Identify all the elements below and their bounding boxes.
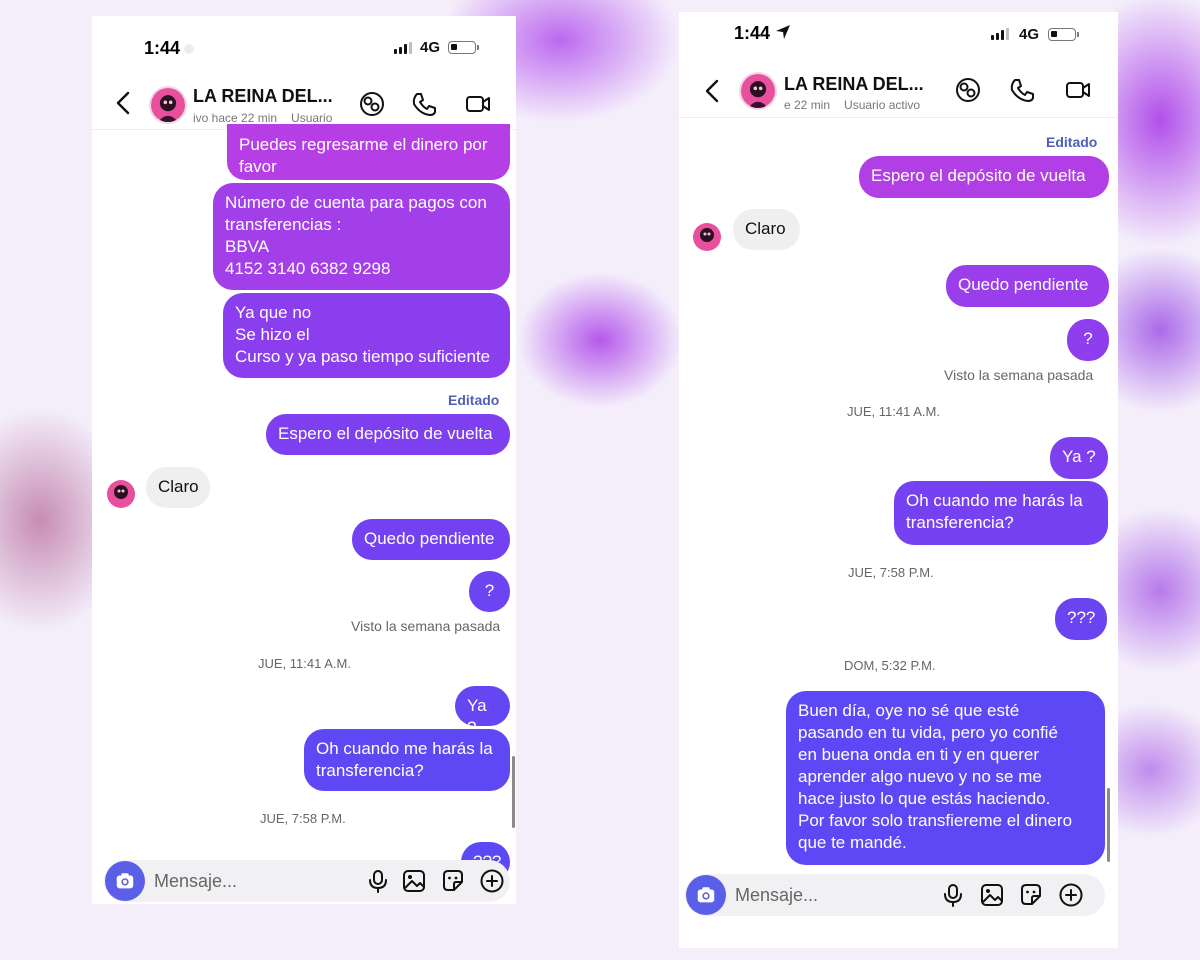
- location-arrow-icon: [776, 25, 790, 39]
- camera-button[interactable]: [105, 861, 145, 901]
- edited-label: Editado: [448, 392, 500, 408]
- contact-avatar[interactable]: [149, 86, 187, 124]
- camera-button[interactable]: [686, 875, 726, 915]
- gallery-icon[interactable]: [401, 868, 427, 894]
- contact-avatar-small: [693, 223, 721, 251]
- video-call-icon[interactable]: [464, 90, 492, 118]
- add-icon[interactable]: [1058, 882, 1084, 908]
- message-input[interactable]: Mensaje...: [154, 871, 237, 892]
- status-indicator: [184, 44, 194, 54]
- contact-avatar-small: [107, 480, 135, 508]
- phone-call-icon[interactable]: [410, 90, 438, 118]
- signal-icon: [991, 28, 1009, 40]
- signal-icon: [394, 42, 412, 54]
- microphone-icon[interactable]: [365, 868, 391, 894]
- sticker-icon[interactable]: [440, 868, 466, 894]
- message-bubble[interactable]: Oh cuando me harás la transferencia?: [894, 481, 1108, 545]
- last-active-text: e 22 min: [784, 98, 831, 112]
- network-label: 4G: [1019, 26, 1040, 43]
- video-call-icon[interactable]: [1064, 76, 1092, 104]
- chat-header: LA REINA DEL... ivo hace 22 min Usuario: [92, 78, 516, 130]
- message-bubble[interactable]: Ya ?: [455, 686, 510, 737]
- contact-status: ivo hace 22 min Usuario: [193, 111, 343, 125]
- contact-status: e 22 min Usuario activo: [784, 98, 934, 112]
- network-label: 4G: [420, 39, 441, 56]
- message-bubble[interactable]: Quedo pendiente: [946, 265, 1109, 307]
- microphone-icon[interactable]: [940, 882, 966, 908]
- contact-avatar[interactable]: [739, 72, 777, 110]
- message-bubble[interactable]: Buen día, oye no sé que esté pasando en …: [786, 691, 1105, 865]
- add-icon[interactable]: [479, 868, 505, 894]
- timestamp: JUE, 11:41 A.M.: [258, 656, 351, 671]
- camera-icon: [116, 873, 134, 889]
- last-active-text: ivo hace 22 min: [193, 111, 278, 125]
- timestamp: JUE, 7:58 P.M.: [260, 811, 346, 826]
- timestamp: JUE, 11:41 A.M.: [847, 404, 940, 419]
- contact-name[interactable]: LA REINA DEL...: [193, 86, 333, 107]
- left-screenshot: 1:44 4G LA REINA DEL... ivo hace 22 min U…: [92, 16, 516, 904]
- message-bubble[interactable]: Ya que no Se hizo el Curso y ya paso tie…: [223, 293, 510, 378]
- gallery-icon[interactable]: [979, 882, 1005, 908]
- scrollbar[interactable]: [1107, 788, 1110, 862]
- incoming-message[interactable]: Claro: [146, 467, 210, 508]
- message-bubble[interactable]: Ya ?: [1050, 437, 1108, 479]
- seen-status: Visto la semana pasada: [351, 618, 501, 634]
- status-bar: 1:44 4G: [92, 16, 516, 76]
- sticker-icon[interactable]: [1018, 882, 1044, 908]
- timestamp: JUE, 7:58 P.M.: [848, 565, 934, 580]
- back-arrow-icon[interactable]: [112, 90, 136, 116]
- chat-header: LA REINA DEL... e 22 min Usuario activo: [679, 64, 1118, 118]
- message-bubble[interactable]: Puedes regresarme el dinero por favor: [227, 124, 510, 180]
- battery-icon: [448, 41, 479, 54]
- message-bubble[interactable]: ?: [1067, 319, 1109, 361]
- seen-status: Visto la semana pasada: [944, 367, 1094, 383]
- timestamp: DOM, 5:32 P.M.: [844, 658, 936, 673]
- message-bubble[interactable]: ?: [469, 571, 510, 612]
- message-bubble[interactable]: Quedo pendiente: [352, 519, 510, 560]
- right-screenshot: 1:44 4G LA REINA DEL... e 22 min Usuario …: [679, 12, 1118, 948]
- effects-icon[interactable]: [954, 76, 982, 104]
- message-bubble[interactable]: Número de cuenta para pagos con transfer…: [213, 183, 510, 290]
- back-arrow-icon[interactable]: [701, 78, 725, 104]
- message-composer: Mensaje...: [685, 874, 1105, 916]
- status-time: 1:44: [734, 23, 771, 43]
- message-input[interactable]: Mensaje...: [735, 885, 818, 906]
- edited-label: Editado: [1046, 134, 1098, 150]
- message-bubble[interactable]: ???: [1055, 598, 1107, 640]
- message-bubble[interactable]: Espero el depósito de vuelta: [859, 156, 1109, 198]
- contact-name[interactable]: LA REINA DEL...: [784, 74, 924, 95]
- message-bubble[interactable]: Oh cuando me harás la transferencia?: [304, 729, 510, 791]
- effects-icon[interactable]: [358, 90, 386, 118]
- status-time: 1:44: [144, 38, 181, 58]
- phone-call-icon[interactable]: [1008, 76, 1036, 104]
- scrollbar[interactable]: [512, 756, 515, 828]
- battery-icon: [1048, 28, 1079, 41]
- user-label: Usuario: [291, 111, 333, 125]
- user-label: Usuario activo: [844, 98, 921, 112]
- status-bar: 1:44 4G: [679, 12, 1118, 72]
- message-composer: Mensaje...: [104, 860, 510, 902]
- camera-icon: [697, 887, 715, 903]
- message-bubble[interactable]: Espero el depósito de vuelta: [266, 414, 510, 455]
- incoming-message[interactable]: Claro: [733, 209, 800, 250]
